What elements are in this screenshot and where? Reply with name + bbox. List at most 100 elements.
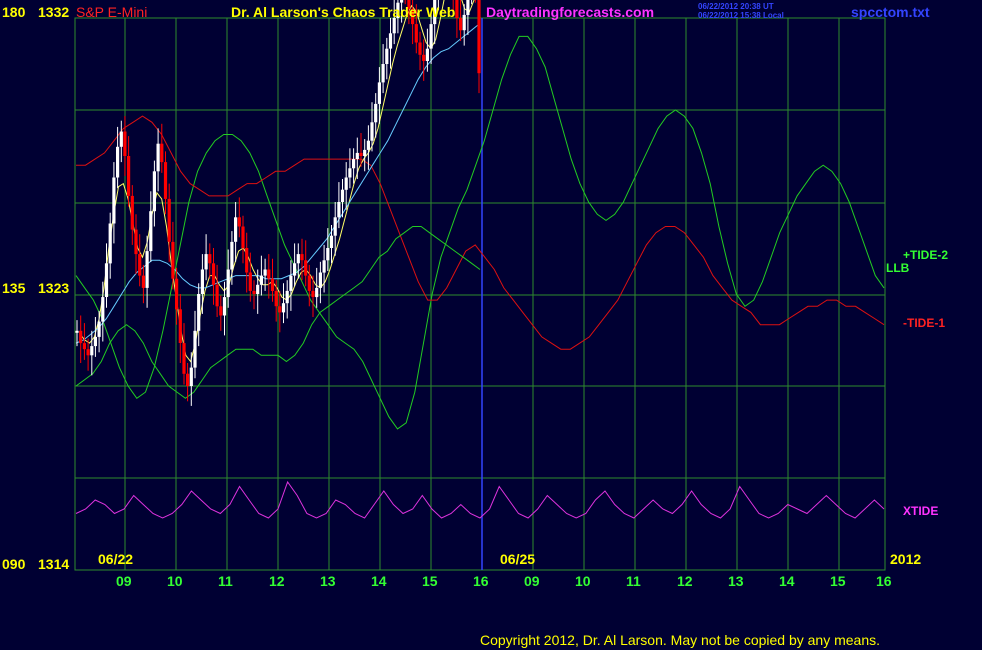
price-bar-body	[175, 278, 179, 310]
price-bar-body	[344, 177, 348, 190]
y-label-price-top: 1332	[38, 4, 70, 20]
x-tick-label: 10	[167, 573, 183, 589]
chart-title: Dr. Al Larson's Chaos Trader Web	[231, 4, 456, 20]
price-bar-body	[123, 131, 127, 156]
x-tick-label: 15	[830, 573, 846, 589]
price-bar-body	[90, 346, 94, 356]
price-bar-body	[363, 149, 367, 156]
price-bar-body	[182, 343, 186, 374]
price-bar-body	[352, 159, 356, 169]
price-bar-body	[130, 195, 134, 230]
date-label-0622: 06/22	[98, 551, 134, 567]
price-bar-body	[370, 122, 374, 141]
timestamp-ut: 06/22/2012 20:38 UT	[698, 2, 774, 11]
price-bar-body	[112, 177, 116, 224]
price-bar-body	[93, 336, 97, 347]
site-name: Daytradingforecasts.com	[486, 4, 655, 20]
series-label-tide-plus2: +TIDE-2	[903, 248, 949, 262]
price-bar-body	[211, 263, 216, 285]
year-label: 2012	[890, 551, 922, 567]
price-bar-body	[307, 275, 311, 291]
price-bar-body	[366, 140, 370, 150]
price-bar-body	[278, 306, 282, 313]
price-bar-body	[259, 275, 263, 285]
price-bar-body	[101, 297, 105, 322]
price-bar-body	[348, 168, 352, 178]
price-bar-body	[293, 263, 297, 276]
price-bar-body	[108, 223, 112, 264]
price-bar-body	[245, 248, 249, 273]
y-label-angle-mid: 135	[2, 280, 26, 296]
price-bar-body	[256, 284, 260, 294]
price-bar-body	[86, 349, 90, 356]
price-bar-body	[274, 290, 278, 307]
price-bar-body	[241, 226, 245, 248]
x-tick-label: 15	[422, 573, 438, 589]
x-tick-label: 09	[116, 573, 132, 589]
price-bar-body	[285, 290, 289, 304]
series-tide-plus2-line	[75, 35, 885, 430]
data-file-name: spcctom.txt	[851, 4, 930, 20]
price-bar-body	[329, 235, 334, 248]
x-tick-label: 14	[371, 573, 387, 589]
price-bar-body	[377, 82, 381, 104]
price-bar-body	[116, 146, 120, 178]
price-bar-body	[163, 162, 168, 199]
chart-canvas	[74, 0, 886, 571]
price-bar-body	[374, 103, 378, 123]
y-label-price-bottom: 1314	[38, 556, 70, 572]
price-bar-body	[300, 254, 304, 261]
price-bar-body	[340, 189, 345, 202]
timestamp-local: 06/22/2012 15:38 Local	[698, 11, 784, 20]
series-layer	[75, 0, 885, 519]
price-bar-body	[200, 269, 204, 294]
price-bar-body	[75, 330, 79, 333]
x-tick-label: 12	[677, 573, 693, 589]
price-bar-body	[97, 321, 101, 337]
x-tick-label: 10	[575, 573, 591, 589]
price-bar-body	[326, 248, 330, 261]
price-bar-body	[226, 269, 230, 298]
price-bar-body	[82, 343, 86, 350]
price-bar-body	[79, 330, 83, 344]
price-bar-body	[315, 287, 319, 298]
price-bar-body	[171, 241, 175, 279]
price-bar-body	[455, 0, 459, 18]
price-bar-body	[263, 269, 267, 276]
price-bar-body	[388, 33, 393, 49]
price-bar-body	[267, 269, 271, 279]
price-bar-body	[234, 217, 238, 242]
price-bar-body	[248, 272, 252, 291]
price-bar-body	[322, 260, 326, 273]
price-bar-body	[385, 48, 389, 64]
price-bar-body	[381, 64, 385, 83]
chart-symbol: S&P E-Mini	[76, 4, 148, 20]
price-bar-body	[141, 275, 145, 288]
price-bar-body	[104, 263, 109, 297]
price-bar-body	[281, 303, 286, 313]
price-bar-body	[311, 290, 315, 297]
price-bar-body	[296, 254, 300, 264]
price-bar-body	[186, 373, 190, 386]
x-tick-label: 12	[269, 573, 285, 589]
price-bar-body	[355, 152, 359, 159]
price-bar-body	[208, 254, 212, 264]
price-bar-body	[270, 278, 275, 291]
series-label-xtide: XTIDE	[903, 504, 939, 518]
x-tick-label: 16	[473, 573, 489, 589]
price-bar-body	[462, 14, 466, 31]
price-bar-body	[167, 198, 171, 242]
plot-frame	[74, 17, 886, 571]
x-tick-label: 11	[626, 573, 641, 589]
price-bar-body	[422, 54, 426, 61]
x-tick-label: 11	[218, 573, 233, 589]
date-label-0625: 06/25	[500, 551, 536, 567]
price-bar-body	[318, 272, 322, 288]
price-bar-body	[230, 241, 234, 270]
series-label-llb: LLB	[886, 261, 910, 275]
price-bar-body	[219, 306, 223, 316]
copyright-notice: Copyright 2012, Dr. Al Larson. May not b…	[480, 632, 881, 648]
price-bar-body	[459, 18, 463, 31]
price-bar-body	[252, 290, 256, 294]
price-bar-body	[429, 24, 433, 49]
